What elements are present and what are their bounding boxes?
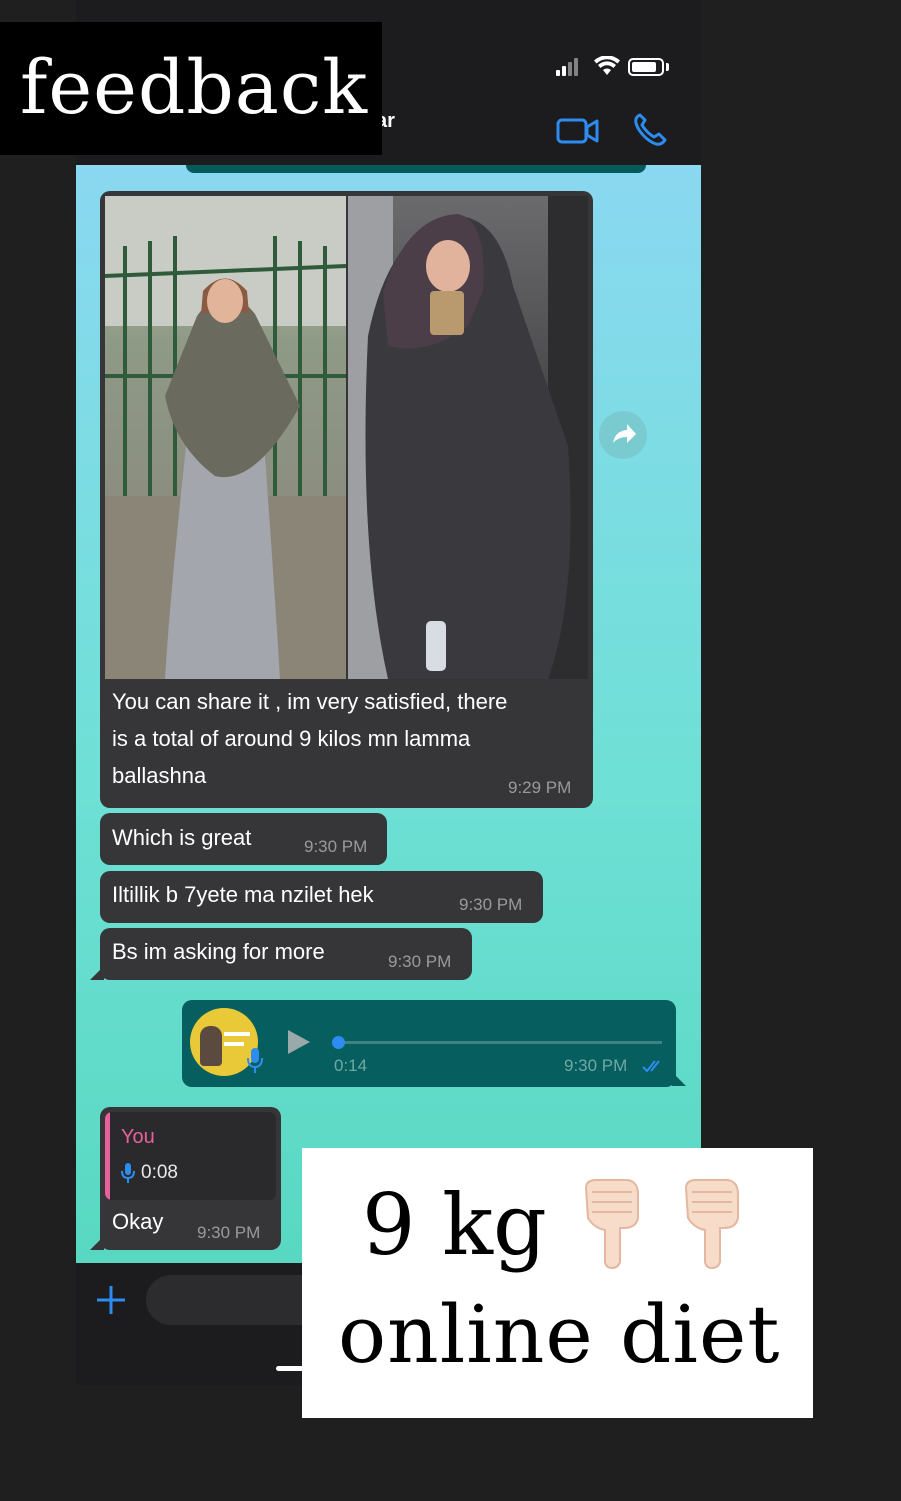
video-call-icon[interactable] bbox=[556, 114, 600, 148]
cellular-signal-icon bbox=[556, 58, 584, 76]
quoted-author: You bbox=[121, 1126, 155, 1148]
reply-message-bubble[interactable]: You 0:08 Okay 9:30 PM bbox=[100, 1107, 281, 1250]
message-bubble[interactable]: Bs im asking for more 9:30 PM bbox=[100, 928, 472, 980]
message-text: Iltillik b 7yete ma nzilet hek bbox=[112, 882, 374, 907]
battery-nub bbox=[666, 63, 669, 71]
message-time: 9:30 PM bbox=[388, 952, 452, 971]
forward-arrow-icon bbox=[613, 424, 636, 443]
promo-weight-text: 9 kg bbox=[362, 1176, 547, 1274]
plus-icon[interactable] bbox=[94, 1283, 128, 1317]
message-bubble[interactable]: Which is great 9:30 PM bbox=[100, 813, 387, 865]
previous-message-edge bbox=[186, 165, 646, 173]
after-photo[interactable] bbox=[348, 196, 588, 679]
microphone-icon bbox=[247, 1048, 263, 1073]
caption-line: You can share it , im very satisfied, th… bbox=[112, 689, 508, 714]
audio-progress-track[interactable] bbox=[332, 1036, 662, 1049]
promo-caption: 9 kg online diet bbox=[302, 1148, 813, 1418]
voice-duration: 0:14 bbox=[334, 1056, 368, 1075]
message-time: 9:30 PM bbox=[197, 1223, 261, 1242]
voice-message-bubble[interactable]: 0:14 9:30 PM bbox=[182, 1000, 676, 1087]
wifi-icon bbox=[594, 56, 620, 75]
image-message-bubble[interactable]: You can share it , im very satisfied, th… bbox=[100, 191, 593, 808]
feedback-label: feedback bbox=[0, 22, 382, 155]
audio-scrubber[interactable] bbox=[332, 1036, 345, 1049]
message-bubble[interactable]: Iltillik b 7yete ma nzilet hek 9:30 PM bbox=[100, 871, 543, 923]
quoted-voice-duration: 0:08 bbox=[141, 1162, 178, 1183]
microphone-icon bbox=[121, 1163, 135, 1183]
double-check-read-icon bbox=[642, 1060, 660, 1073]
bubble-tail bbox=[672, 1072, 686, 1086]
forward-button[interactable] bbox=[599, 411, 647, 459]
phone-call-icon[interactable] bbox=[632, 112, 668, 148]
quoted-message[interactable]: You 0:08 bbox=[105, 1112, 276, 1200]
message-time: 9:30 PM bbox=[459, 895, 523, 914]
backhand-index-pointing-down-icon bbox=[684, 1179, 739, 1270]
message-time: 9:30 PM bbox=[304, 837, 368, 856]
play-icon[interactable] bbox=[286, 1028, 312, 1056]
message-list[interactable]: You can share it , im very satisfied, th… bbox=[76, 165, 701, 1263]
message-text: Okay bbox=[112, 1209, 164, 1234]
message-text: Bs im asking for more bbox=[112, 939, 325, 964]
message-time: 9:29 PM bbox=[508, 778, 572, 797]
caption-line: is a total of around 9 kilos mn lamma bbox=[112, 726, 471, 751]
message-text: Which is great bbox=[112, 825, 252, 850]
backhand-index-pointing-down-icon bbox=[584, 1179, 639, 1270]
battery-icon bbox=[628, 58, 664, 76]
message-time: 9:30 PM bbox=[564, 1056, 628, 1075]
promo-diet-text: online diet bbox=[338, 1288, 781, 1381]
before-photo[interactable] bbox=[105, 196, 346, 679]
